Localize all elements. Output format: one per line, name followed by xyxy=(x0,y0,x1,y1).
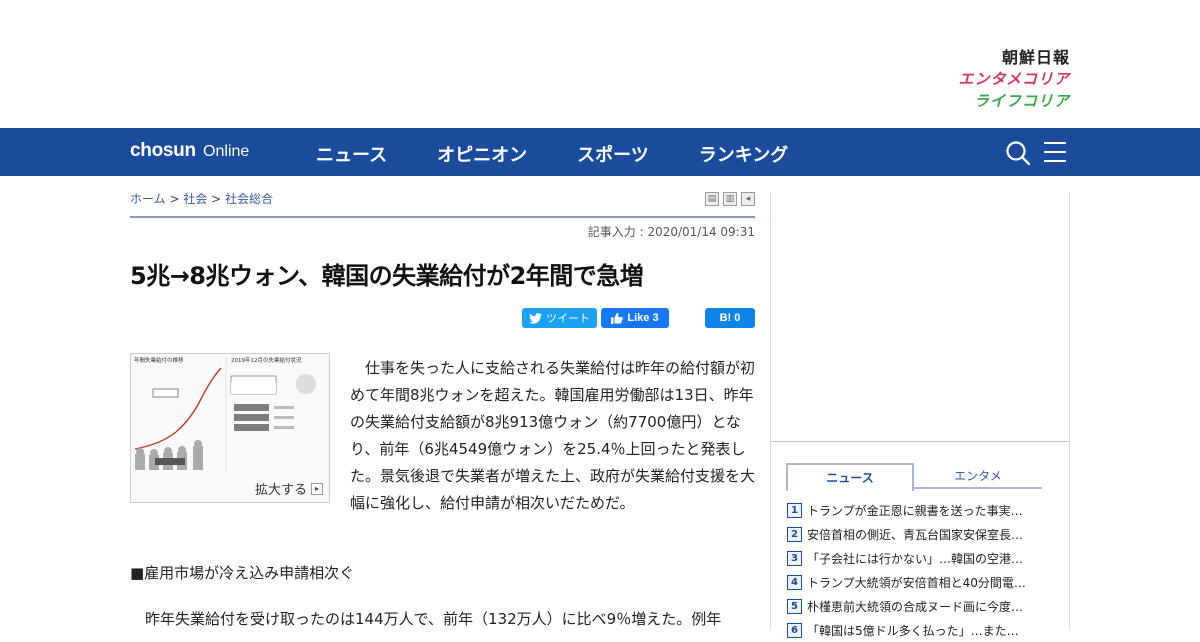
chosun-ilbo-link[interactable]: 朝鮮日報 xyxy=(958,44,1070,67)
text-size-icon[interactable]: ▥ xyxy=(723,192,737,206)
nav-item-opinion[interactable]: オピニオン xyxy=(437,141,527,167)
tab-news[interactable]: ニュース xyxy=(786,463,914,491)
article-paragraph-1: 仕事を失った人に支給される失業給付は昨年の給付額が初めて年間8兆ウォンを超えた。… xyxy=(350,359,756,512)
article-headline: 5兆→8兆ウォン、韓国の失業給付が2年間で急増 xyxy=(130,262,644,290)
article-tools: ▤ ▥ ◂ xyxy=(705,192,755,206)
nav-item-news[interactable]: ニュース xyxy=(316,141,387,167)
article-paragraph-2: 昨年失業給付を受け取ったのは144万人で、前年（132万人）に比べ9％増えた。例… xyxy=(130,610,722,628)
breadcrumb: ホーム > 社会 > 社会総合 xyxy=(130,190,273,207)
rank-title: 「子会社には行かない」…韓国の空港… xyxy=(807,551,1024,566)
thumbs-up-icon xyxy=(611,312,624,324)
list-item[interactable]: 5 朴槿恵前大統領の合成ヌード画に今度… xyxy=(787,594,1057,618)
logo-light-text: Online xyxy=(203,143,250,160)
nav-item-ranking[interactable]: ランキング xyxy=(699,141,788,167)
hamburger-menu-icon[interactable] xyxy=(1043,141,1067,163)
life-korea-link[interactable]: ライフコリア xyxy=(958,90,1070,110)
unemployment-benefit-chart-image: 年間失業給付の推移 2019年12月の失業給付状況 xyxy=(134,356,316,472)
hatena-label: B! 0 xyxy=(719,312,741,324)
ranking-tabs: ニュース エンタメ xyxy=(786,463,1042,491)
tweet-button[interactable]: ツイート xyxy=(522,308,597,328)
rank-badge: 5 xyxy=(787,598,802,614)
rank-title: トランプが金正恩に親書を送った事実… xyxy=(807,503,1023,518)
rank-badge: 4 xyxy=(787,574,802,590)
ad-slot xyxy=(771,192,1069,442)
rank-badge: 3 xyxy=(787,550,802,566)
breadcrumb-section[interactable]: 社会 xyxy=(183,192,207,206)
logo-bold-text: chosun xyxy=(130,140,196,161)
list-item[interactable]: 3 「子会社には行かない」…韓国の空港… xyxy=(787,546,1057,570)
twitter-icon xyxy=(529,312,542,324)
rank-title: 「韓国は5億ドル多く払った」…また… xyxy=(807,623,1019,638)
rank-badge: 1 xyxy=(787,502,802,518)
breadcrumb-separator: > xyxy=(165,192,184,206)
enlarge-label: 拡大する xyxy=(254,483,307,498)
rank-title: トランプ大統領が安倍首相と40分間電… xyxy=(807,575,1026,590)
top-header: 朝鮮日報 エンタメコリア ライフコリア xyxy=(0,0,1200,128)
ranking-list: 1 トランプが金正恩に親書を送った事実… 2 安倍首相の側近、青瓦台国家安保室長… … xyxy=(787,498,1057,642)
article-column: ホーム > 社会 > 社会総合 ▤ ▥ ◂ 記事入力 : 2020/01/14 … xyxy=(130,176,755,630)
main-navbar: chosun Online ニュース オピニオン スポーツ ランキング xyxy=(0,128,1200,176)
tab-entame[interactable]: エンタメ xyxy=(914,463,1042,489)
right-sidebar: ニュース エンタメ 1 トランプが金正恩に親書を送った事実… 2 安倍首相の側近、青… xyxy=(770,192,1070,638)
search-icon[interactable] xyxy=(1005,140,1031,166)
hatena-bookmark-button[interactable]: B! 0 xyxy=(705,308,755,328)
chevron-right-icon: ▸ xyxy=(311,482,323,495)
brand-links: 朝鮮日報 エンタメコリア ライフコリア xyxy=(958,44,1070,110)
rank-title: 安倍首相の側近、青瓦台国家安保室長… xyxy=(807,527,1024,542)
list-item[interactable]: 6 「韓国は5億ドル多く払った」…また… xyxy=(787,618,1057,642)
nav-menu: ニュース オピニオン スポーツ ランキング xyxy=(316,141,838,167)
enlarge-link[interactable]: 拡大する ▸ xyxy=(255,479,323,498)
rank-badge: 2 xyxy=(787,526,802,542)
list-item[interactable]: 2 安倍首相の側近、青瓦台国家安保室長… xyxy=(787,522,1057,546)
figure-title-right: 2019年12月の失業給付状況 xyxy=(231,356,302,364)
print-icon[interactable]: ▤ xyxy=(705,192,719,206)
tweet-label: ツイート xyxy=(546,313,590,325)
nav-item-sports[interactable]: スポーツ xyxy=(577,141,649,167)
breadcrumb-home[interactable]: ホーム xyxy=(130,192,166,206)
rank-badge: 6 xyxy=(787,622,802,638)
breadcrumb-separator: > xyxy=(207,192,226,206)
back-icon[interactable]: ◂ xyxy=(741,192,755,206)
list-item[interactable]: 1 トランプが金正恩に親書を送った事実… xyxy=(787,498,1057,522)
list-item[interactable]: 4 トランプ大統領が安倍首相と40分間電… xyxy=(787,570,1057,594)
breadcrumb-subsection[interactable]: 社会総合 xyxy=(225,192,273,206)
facebook-like-button[interactable]: Like 3 xyxy=(601,308,669,328)
rank-title: 朴槿恵前大統領の合成ヌード画に今度… xyxy=(807,599,1024,614)
like-label: Like 3 xyxy=(627,312,659,324)
article-dateline: 記事入力 : 2020/01/14 09:31 xyxy=(587,225,755,239)
figure-title-left: 年間失業給付の推移 xyxy=(134,356,184,364)
infographic-thumbnail[interactable]: 年間失業給付の推移 2019年12月の失業給付状況 拡大する ▸ xyxy=(130,353,330,503)
site-logo[interactable]: chosun Online xyxy=(130,140,249,162)
header-divider xyxy=(130,216,755,218)
article-subhead: ■雇用市場が冷え込み申請相次ぐ xyxy=(130,564,355,582)
entame-korea-link[interactable]: エンタメコリア xyxy=(958,68,1070,90)
